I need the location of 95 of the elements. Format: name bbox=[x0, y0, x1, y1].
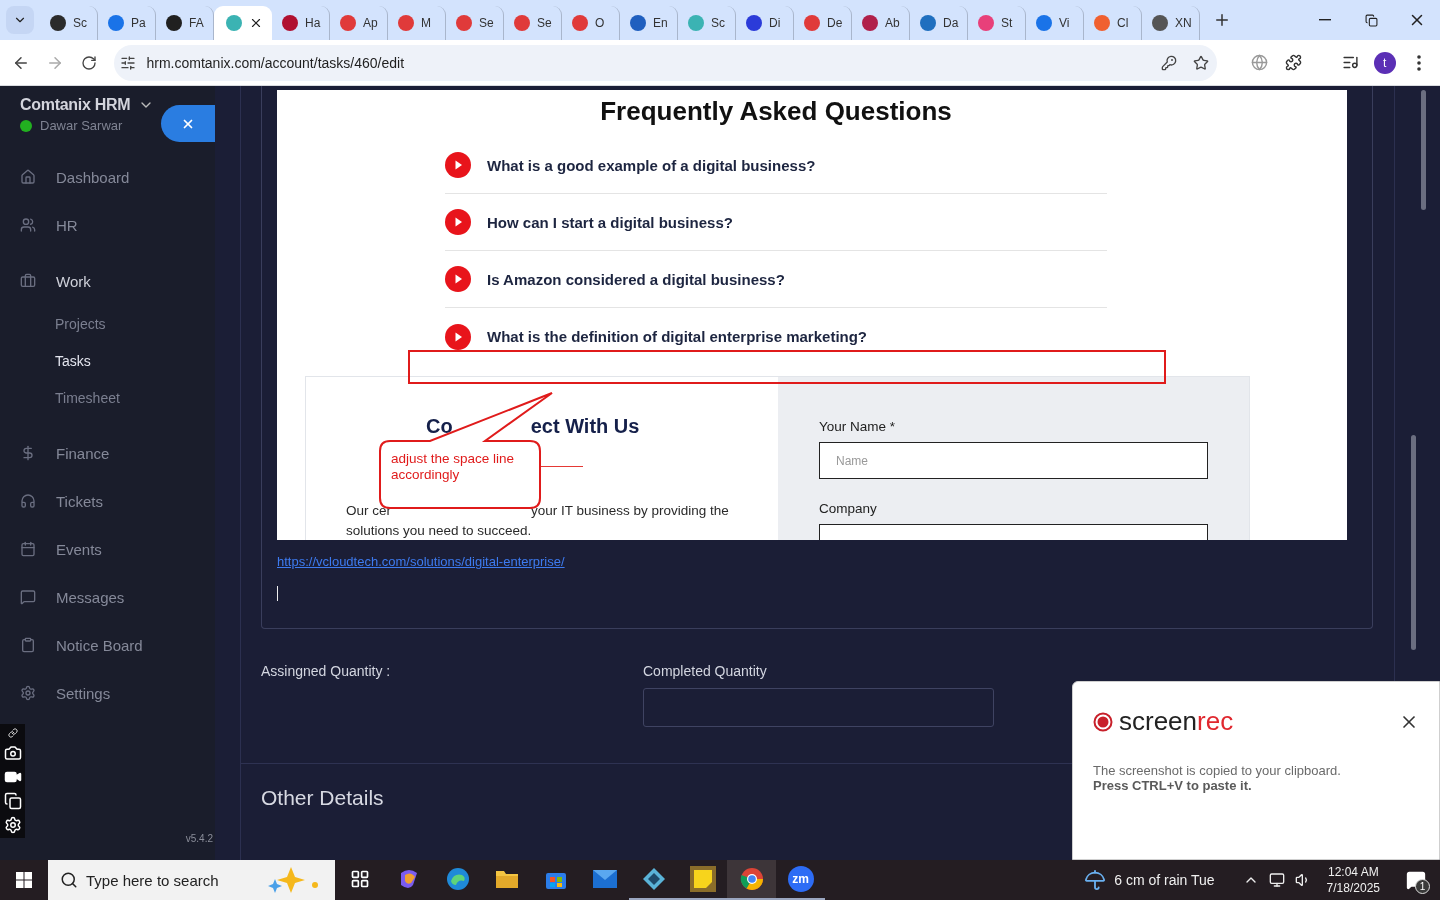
user-name: Dawar Sarwar bbox=[40, 118, 123, 133]
faq-question: What is a good example of a digital business? bbox=[487, 156, 816, 174]
sidebar-item[interactable]: Settings bbox=[0, 669, 215, 717]
status-dot bbox=[20, 119, 32, 132]
menu-icon bbox=[1416, 54, 1421, 71]
faq-question: How can I start a digital business? bbox=[487, 213, 733, 231]
play-icon bbox=[445, 323, 471, 350]
input-field[interactable] bbox=[643, 688, 994, 727]
section-title: Other Details bbox=[261, 786, 384, 810]
windows-logo-icon bbox=[16, 872, 32, 888]
sidebar-item[interactable]: Tickets bbox=[0, 477, 215, 525]
link-icon[interactable] bbox=[7, 728, 18, 738]
nav-icon bbox=[20, 445, 36, 461]
globe-icon bbox=[1250, 54, 1268, 71]
sidebar-item[interactable]: Notice Board bbox=[0, 621, 215, 669]
popup-message: The screenshot is copied to your clipboard. bbox=[1093, 763, 1342, 778]
faq-title: Frequently Asked Questions bbox=[599, 95, 953, 127]
nav-icon bbox=[20, 169, 36, 185]
editor-box[interactable] bbox=[261, 86, 1373, 629]
contact-heading: ect With Us bbox=[530, 415, 640, 438]
contact-heading: Co bbox=[426, 415, 453, 438]
link[interactable]: https://vcloudtech.com/solutions/digital-enterprise/ bbox=[277, 554, 565, 569]
collapse-button[interactable] bbox=[161, 105, 215, 142]
nav-icon bbox=[20, 637, 36, 653]
minimize-icon bbox=[1319, 19, 1331, 21]
nav-icon bbox=[20, 541, 36, 557]
field-label: Company bbox=[819, 501, 878, 516]
bookmark-star-icon[interactable] bbox=[1193, 54, 1210, 71]
url-text: hrm.comtanix.com/account/tasks/460/edit bbox=[146, 54, 406, 71]
zoom-app-icon: zm bbox=[787, 866, 814, 892]
contact-text: Our cer bbox=[346, 502, 391, 520]
clock[interactable]: 12:04 AM 7/18/2025 bbox=[1326, 864, 1380, 896]
record-icon bbox=[1093, 711, 1113, 732]
key-icon[interactable] bbox=[1161, 54, 1178, 71]
app-title: Comtanix HRM bbox=[20, 96, 131, 114]
taskbar-app[interactable]: zm bbox=[776, 860, 825, 900]
play-icon bbox=[445, 209, 471, 235]
weather-text: 6 cm of rain Tue bbox=[1114, 872, 1215, 888]
field-label: Assingned Quantity : bbox=[261, 663, 392, 679]
reload-icon bbox=[81, 54, 98, 71]
contact-text: your IT business by providing the bbox=[531, 502, 729, 520]
search-icon bbox=[60, 871, 78, 889]
faq-question: What is the definition of digital enterprise marketing? bbox=[487, 328, 868, 345]
restore-icon bbox=[1364, 13, 1378, 27]
play-icon bbox=[445, 152, 471, 178]
taskbar-app[interactable] bbox=[727, 860, 776, 900]
puzzle-icon bbox=[1285, 54, 1303, 71]
camera-icon[interactable] bbox=[3, 744, 22, 762]
profile-button[interactable]: t bbox=[1373, 51, 1396, 74]
sticky-note-icon bbox=[689, 866, 716, 892]
text-cursor bbox=[277, 586, 278, 601]
field-label: Completed Quantity bbox=[643, 663, 768, 679]
folder-icon bbox=[494, 868, 519, 890]
sidebar-subitem[interactable]: Timesheet bbox=[0, 379, 215, 416]
notifications-button[interactable]: 1 bbox=[1396, 860, 1436, 900]
scrollbar-thumb[interactable] bbox=[1421, 90, 1426, 210]
task-view-icon bbox=[349, 869, 370, 889]
address-bar[interactable]: hrm.comtanix.com/account/tasks/460/edit bbox=[114, 44, 1218, 81]
nav-icon bbox=[20, 685, 36, 701]
nav-icon bbox=[20, 273, 36, 289]
callout-text: adjust the space line accordingly bbox=[391, 451, 516, 483]
wave-circle-icon bbox=[445, 867, 470, 891]
faq-question: Is Amazon considered a digital business? bbox=[487, 270, 785, 288]
sidebar-item[interactable]: Dashboard bbox=[0, 153, 215, 201]
search-field[interactable]: Type here to search bbox=[48, 860, 335, 900]
umbrella-icon bbox=[1084, 869, 1107, 891]
popup-hint: Press CTRL+V to paste it. bbox=[1093, 778, 1253, 793]
field-label: Your Name * bbox=[819, 419, 897, 434]
sidebar-item[interactable]: Messages bbox=[0, 573, 215, 621]
music-list-icon bbox=[1342, 54, 1360, 71]
play-icon bbox=[445, 266, 471, 292]
close-icon[interactable] bbox=[249, 16, 263, 30]
sidebar-item[interactable]: Events bbox=[0, 525, 215, 573]
ring-icon bbox=[739, 867, 764, 891]
sidebar-item[interactable]: Work bbox=[0, 257, 215, 305]
scrollbar-thumb[interactable] bbox=[1411, 435, 1416, 650]
nav-icon bbox=[20, 217, 36, 233]
contact-text: solutions you need to succeed. bbox=[346, 522, 532, 540]
site-settings-icon[interactable] bbox=[120, 54, 137, 71]
sidebar-subitem[interactable]: Projects bbox=[0, 305, 215, 342]
notification-badge: 1 bbox=[1415, 879, 1430, 894]
version-text: v5.4.2 bbox=[185, 833, 213, 844]
logo-text: screen bbox=[1119, 706, 1198, 737]
settings-icon[interactable] bbox=[3, 816, 22, 834]
network-icon[interactable] bbox=[1268, 872, 1285, 888]
envelope-icon bbox=[591, 869, 618, 889]
logo-text: rec bbox=[1197, 706, 1234, 737]
nav-icon bbox=[20, 589, 36, 605]
diamond-icon bbox=[641, 867, 666, 891]
sidebar-item[interactable]: HR bbox=[0, 201, 215, 249]
nav-icon bbox=[20, 493, 36, 509]
sidebar-subitem[interactable]: Tasks bbox=[0, 342, 215, 379]
plus-icon bbox=[1213, 11, 1231, 29]
sidebar-item[interactable]: Finance bbox=[0, 429, 215, 477]
windows-stack-icon[interactable] bbox=[3, 792, 22, 810]
